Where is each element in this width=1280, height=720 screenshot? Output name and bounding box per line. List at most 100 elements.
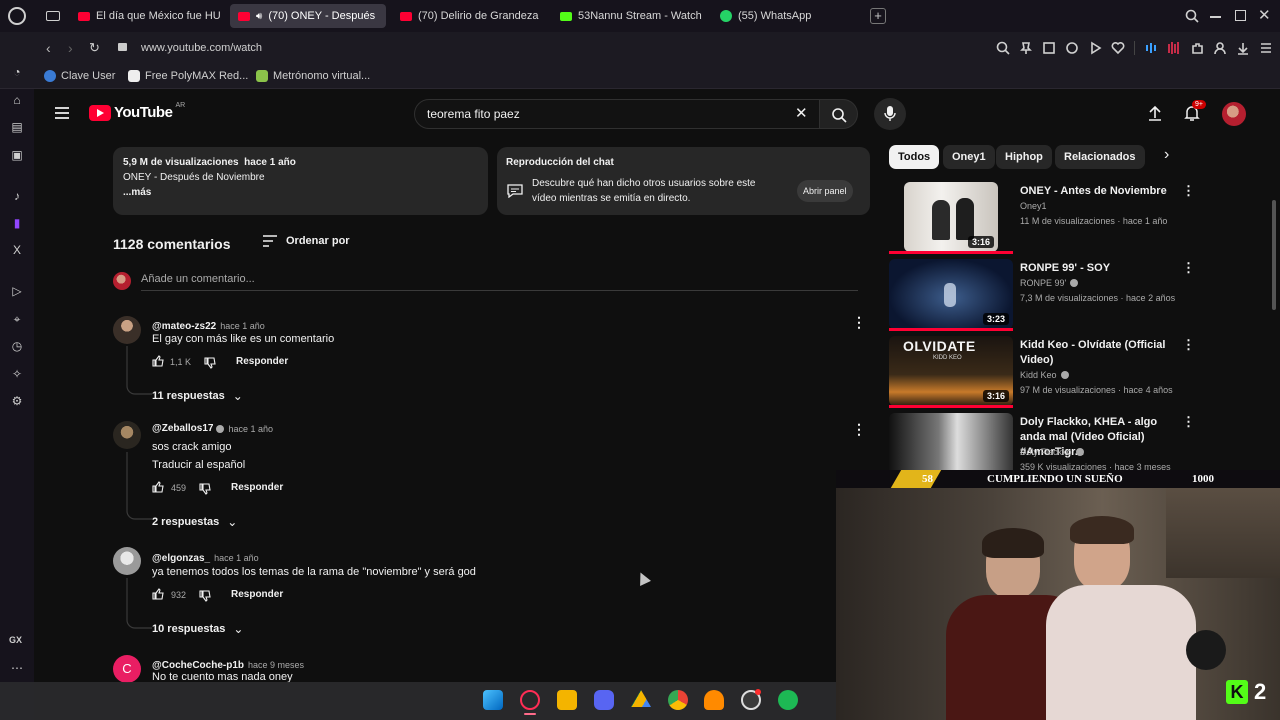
voice-search-button[interactable] bbox=[874, 98, 906, 130]
more-icon[interactable]: ⋯ bbox=[10, 661, 24, 675]
chrome-icon[interactable] bbox=[668, 690, 688, 710]
search-tabs-icon[interactable] bbox=[1185, 9, 1199, 23]
youtube-logo[interactable]: YouTube AR bbox=[89, 102, 185, 121]
page-scrollbar[interactable] bbox=[1272, 200, 1276, 310]
comment-time[interactable]: hace 1 año bbox=[214, 553, 259, 563]
comment-author[interactable]: @CocheCoche-p1b bbox=[152, 660, 244, 671]
channel-name[interactable]: Kidd Keo bbox=[1020, 370, 1057, 380]
history-icon[interactable]: ◷ bbox=[10, 339, 24, 353]
close-window-button[interactable]: ✕ bbox=[1258, 6, 1271, 24]
tab-3[interactable]: (70) Delirio de Grandeza bbox=[392, 4, 544, 28]
reply-button[interactable]: Responder bbox=[231, 589, 283, 600]
dislike-icon[interactable] bbox=[199, 483, 211, 495]
spotify-icon[interactable] bbox=[778, 690, 798, 710]
extension-icons[interactable] bbox=[996, 41, 1273, 55]
tab-4[interactable]: 53Nannu Stream - Watch bbox=[552, 4, 704, 28]
comment-avatar[interactable]: C bbox=[113, 655, 141, 683]
recommendation-item[interactable]: 3:16 ONEY - Antes de Noviembre Oney1 11 … bbox=[889, 182, 1219, 254]
new-tab-button[interactable]: + bbox=[870, 8, 886, 24]
gx-cleaner-icon[interactable]: ▤ bbox=[10, 120, 24, 134]
clear-search-icon[interactable]: ✕ bbox=[795, 104, 808, 122]
like-icon[interactable] bbox=[152, 588, 164, 600]
twitch-icon[interactable]: ▮ bbox=[10, 216, 24, 230]
translate-link[interactable]: Traducir al español bbox=[152, 459, 245, 471]
dislike-icon[interactable] bbox=[204, 357, 216, 369]
gx-corner-icon[interactable]: ⌂ bbox=[10, 93, 24, 107]
comment-author[interactable]: @mateo-zs22 bbox=[152, 321, 216, 332]
bookmark-1[interactable]: Clave User bbox=[44, 70, 115, 82]
music-icon[interactable]: ▣ bbox=[10, 148, 24, 162]
tab-1[interactable]: El día que México fue HUM bbox=[70, 4, 220, 28]
bookmark-2[interactable]: Free PolyMAX Red... bbox=[128, 70, 248, 82]
speed-dial-icon[interactable]: ◔ bbox=[10, 65, 24, 79]
minimize-button[interactable] bbox=[1210, 16, 1221, 18]
restore-button[interactable] bbox=[1235, 10, 1246, 21]
search-input[interactable]: teorema fito paez bbox=[427, 107, 520, 121]
more-options-icon[interactable]: ⋮ bbox=[1182, 415, 1195, 428]
view-replies-button[interactable]: 11 respuestas ⌄ bbox=[152, 389, 243, 403]
comment-author[interactable]: @elgonzas_ bbox=[152, 553, 210, 564]
dislike-icon[interactable] bbox=[199, 590, 211, 602]
chip-all[interactable]: Todos bbox=[889, 145, 940, 169]
chip-related[interactable]: Relacionados bbox=[1055, 145, 1145, 169]
recommendation-item[interactable]: 3:23 RONPE 99' - SOY RONPE 99' 7,3 M de … bbox=[889, 259, 1219, 331]
chip-oney1[interactable]: Oney1 bbox=[943, 145, 995, 169]
x-icon[interactable]: X bbox=[10, 243, 24, 257]
sort-by-button[interactable]: Ordenar por bbox=[262, 235, 350, 247]
comment-avatar[interactable] bbox=[113, 547, 141, 575]
reply-button[interactable]: Responder bbox=[231, 482, 283, 493]
comment-menu-icon[interactable]: ⋮ bbox=[852, 421, 866, 438]
search-button[interactable] bbox=[820, 99, 858, 129]
more-options-icon[interactable]: ⋮ bbox=[1182, 184, 1195, 197]
comment-author[interactable]: @Zeballos17 bbox=[152, 423, 213, 434]
video-thumbnail[interactable]: 3:23 bbox=[889, 259, 1013, 329]
comment-menu-icon[interactable]: ⋮ bbox=[852, 314, 866, 331]
forward-icon[interactable]: › bbox=[68, 40, 73, 56]
like-icon[interactable] bbox=[152, 355, 164, 367]
comment-time[interactable]: hace 9 meses bbox=[248, 660, 304, 670]
chips-next-icon[interactable]: › bbox=[1164, 146, 1169, 164]
open-panel-button[interactable]: Abrir panel bbox=[797, 180, 853, 202]
tiktok-icon[interactable]: ♪ bbox=[10, 189, 24, 203]
add-comment-input[interactable]: Añade un comentario... bbox=[141, 273, 255, 285]
url-field[interactable]: www.youtube.com/watch bbox=[141, 42, 262, 54]
account-avatar[interactable] bbox=[1222, 102, 1246, 126]
more-options-icon[interactable]: ⋮ bbox=[1182, 338, 1195, 351]
video-title[interactable]: RONPE 99' - SOY bbox=[1020, 261, 1180, 276]
video-thumbnail[interactable]: OLVIDATE KIDD KEO 3:16 bbox=[889, 336, 1013, 406]
back-icon[interactable]: ‹ bbox=[46, 40, 51, 56]
more-options-icon[interactable]: ⋮ bbox=[1182, 261, 1195, 274]
tab-5[interactable]: (55) WhatsApp bbox=[712, 4, 862, 28]
channel-name[interactable]: RONPE 99' bbox=[1020, 278, 1066, 288]
discord-icon[interactable] bbox=[594, 690, 614, 710]
video-title[interactable]: ONEY - Antes de Noviembre bbox=[1020, 184, 1180, 199]
extensions-icon[interactable]: ✧ bbox=[10, 367, 24, 381]
comment-time[interactable]: hace 1 año bbox=[228, 424, 273, 434]
comment-avatar[interactable] bbox=[113, 316, 141, 344]
create-upload-icon[interactable] bbox=[1147, 105, 1163, 121]
fl-studio-icon[interactable] bbox=[704, 690, 724, 710]
bookmark-3[interactable]: Metrónomo virtual... bbox=[256, 70, 370, 82]
notifications-button[interactable]: 9+ bbox=[1183, 100, 1206, 124]
recommendation-item[interactable]: OLVIDATE KIDD KEO 3:16 Kidd Keo - Olvída… bbox=[889, 336, 1219, 408]
channel-name[interactable]: Oney1 bbox=[1020, 201, 1047, 211]
chip-hiphop[interactable]: Hiphop bbox=[996, 145, 1052, 169]
show-more-link[interactable]: ...más bbox=[123, 187, 151, 198]
video-title[interactable]: Kidd Keo - Olvídate (Official Video) bbox=[1020, 338, 1180, 368]
file-explorer-icon[interactable] bbox=[557, 690, 577, 710]
description-card[interactable]: 5,9 M de visualizaciones hace 1 año ONEY… bbox=[113, 147, 488, 215]
tab-manager-icon[interactable] bbox=[46, 11, 60, 21]
comment-avatar[interactable] bbox=[113, 421, 141, 449]
video-thumbnail[interactable]: 3:16 bbox=[904, 182, 998, 252]
like-icon[interactable] bbox=[152, 481, 164, 493]
view-replies-button[interactable]: 2 respuestas ⌄ bbox=[152, 515, 237, 529]
reload-icon[interactable]: ↻ bbox=[89, 40, 100, 56]
windows-start-icon[interactable] bbox=[483, 690, 503, 710]
comment-time[interactable]: hace 1 año bbox=[220, 321, 265, 331]
opera-gx-icon[interactable] bbox=[520, 690, 540, 710]
opera-gx-logo-icon[interactable] bbox=[8, 7, 26, 25]
view-replies-button[interactable]: 10 respuestas ⌄ bbox=[152, 622, 243, 636]
hamburger-icon[interactable] bbox=[54, 106, 70, 120]
pin-icon[interactable]: ⌖ bbox=[10, 312, 24, 326]
channel-name[interactable]: Doly Flackko bbox=[1020, 447, 1072, 457]
